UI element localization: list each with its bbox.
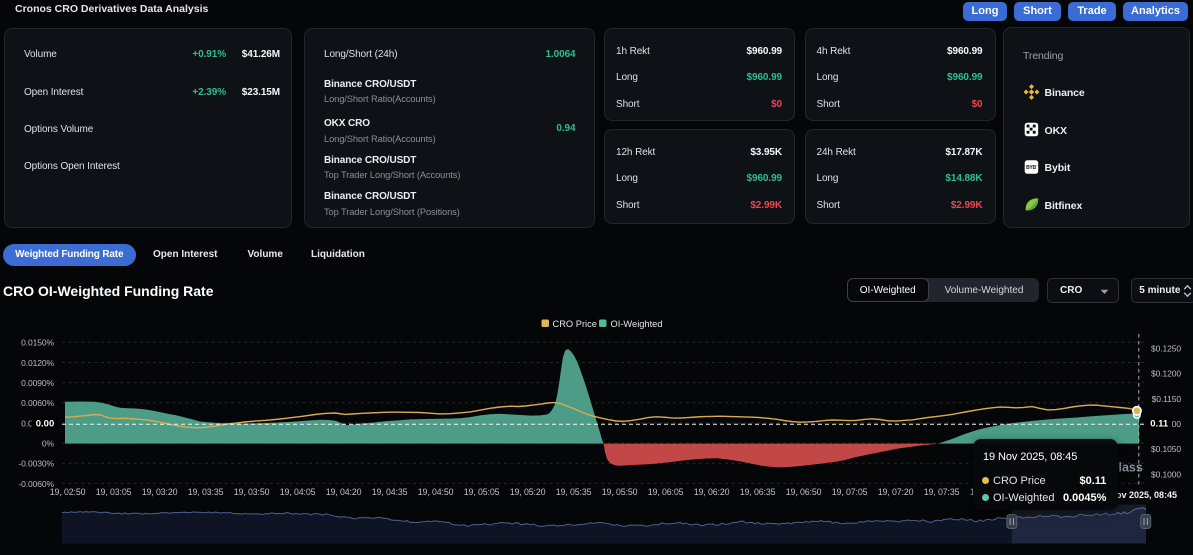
- svg-text:19, 05:35: 19, 05:35: [556, 487, 592, 497]
- svg-text:-0.0030%: -0.0030%: [18, 459, 54, 469]
- svg-text:19, 07:20: 19, 07:20: [878, 487, 914, 497]
- svg-text:19, 06:35: 19, 06:35: [740, 487, 776, 497]
- svg-text:19, 05:20: 19, 05:20: [510, 487, 546, 497]
- svg-text:19, 06:05: 19, 06:05: [648, 487, 684, 497]
- svg-text:CRO Price: CRO Price: [553, 319, 597, 329]
- svg-text:$0.1000: $0.1000: [1151, 469, 1181, 479]
- svg-text:0.00: 0.00: [36, 419, 55, 430]
- svg-text:19, 06:20: 19, 06:20: [694, 487, 730, 497]
- svg-text:$0.1250: $0.1250: [1151, 343, 1181, 353]
- svg-text:0.0150%: 0.0150%: [21, 338, 54, 348]
- svg-text:19, 03:20: 19, 03:20: [142, 487, 178, 497]
- svg-text:19, 05:05: 19, 05:05: [464, 487, 500, 497]
- svg-text:19, 02:50: 19, 02:50: [50, 487, 86, 497]
- svg-text:19, 03:50: 19, 03:50: [234, 487, 270, 497]
- svg-text:19, 04:50: 19, 04:50: [418, 487, 454, 497]
- svg-text:lass: lass: [1119, 461, 1143, 475]
- svg-text:19, 05:50: 19, 05:50: [602, 487, 638, 497]
- svg-text:19, 07:35: 19, 07:35: [924, 487, 960, 497]
- svg-text:$0.1200: $0.1200: [1151, 369, 1181, 379]
- svg-text:19, 07:05: 19, 07:05: [832, 487, 868, 497]
- svg-text:OI-Weighted: OI-Weighted: [611, 319, 663, 329]
- svg-text:19, 04:20: 19, 04:20: [326, 487, 362, 497]
- svg-text:19, 03:05: 19, 03:05: [96, 487, 132, 497]
- svg-text:19, 03:35: 19, 03:35: [188, 487, 224, 497]
- svg-text:0%: 0%: [42, 439, 55, 449]
- svg-text:$0.1150: $0.1150: [1152, 394, 1182, 404]
- svg-text:0.0120%: 0.0120%: [21, 358, 54, 368]
- svg-text:0.0090%: 0.0090%: [21, 378, 54, 388]
- svg-text:0.0060%: 0.0060%: [21, 398, 54, 408]
- svg-text:$0.1050: $0.1050: [1151, 444, 1181, 454]
- svg-text:0.11: 0.11: [1150, 418, 1169, 429]
- svg-text:19, 04:05: 19, 04:05: [280, 487, 316, 497]
- svg-text:19, 04:35: 19, 04:35: [372, 487, 408, 497]
- svg-text:T: T: [1034, 165, 1037, 171]
- svg-text:19, 06:50: 19, 06:50: [786, 487, 822, 497]
